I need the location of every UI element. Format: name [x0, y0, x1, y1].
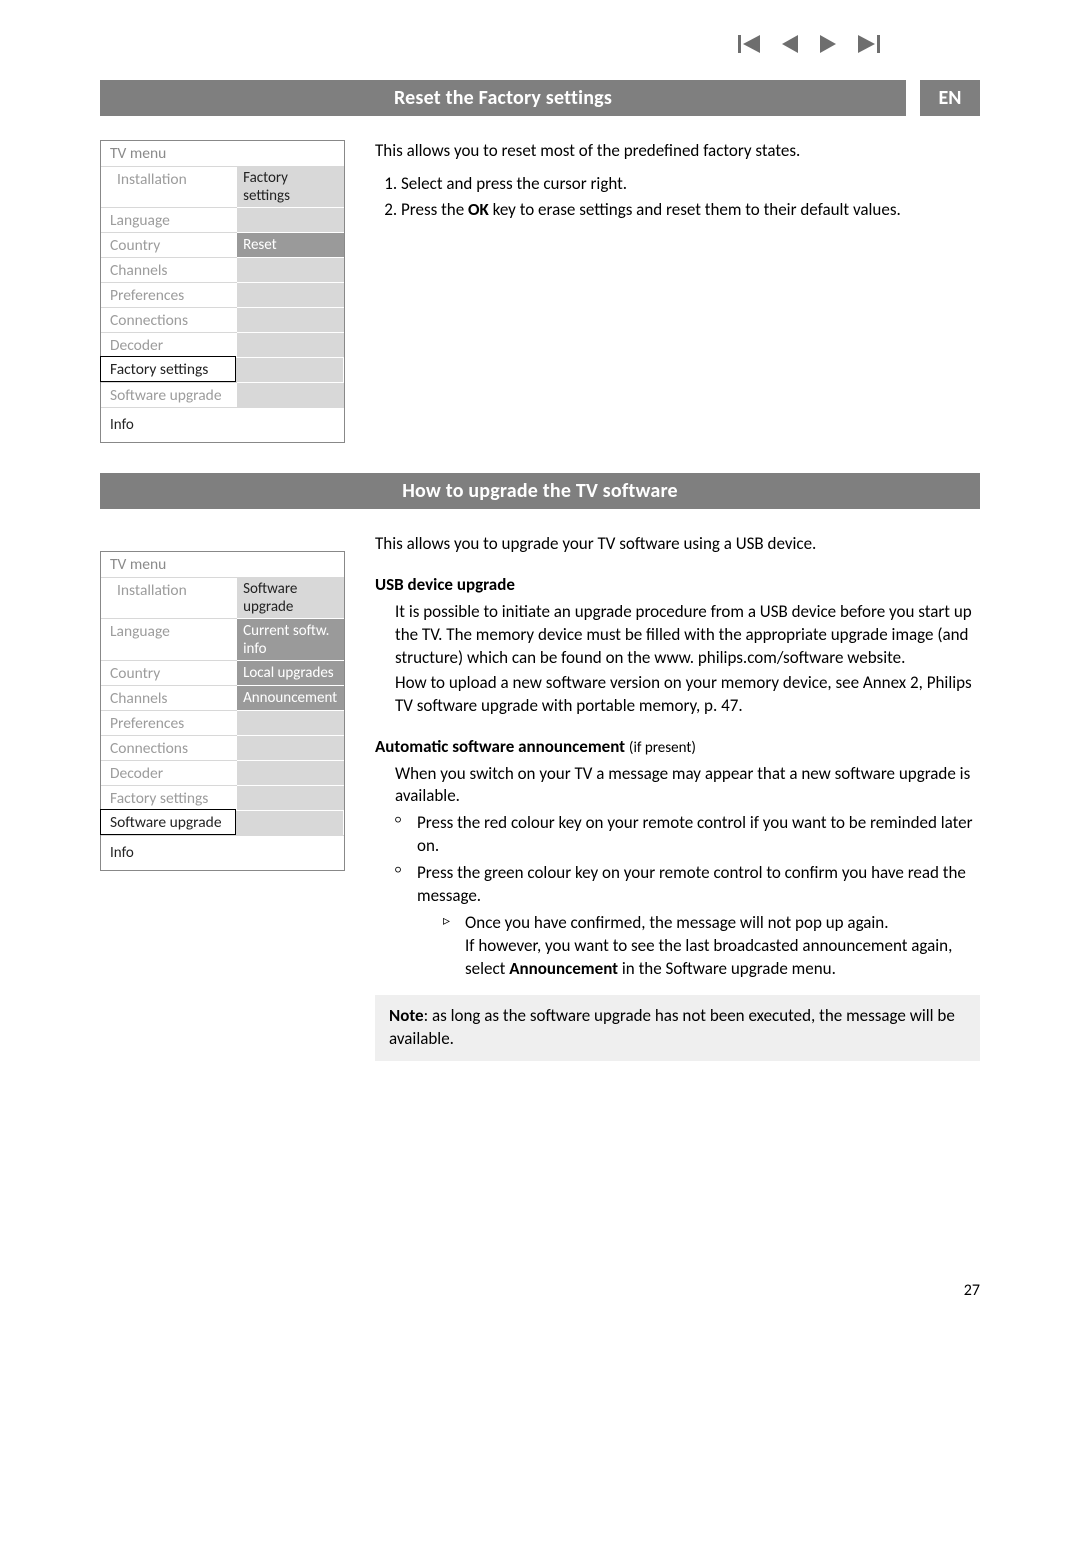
menu-item[interactable]: Preferences — [101, 282, 237, 307]
bullet: Press the red colour key on your remote … — [395, 812, 980, 858]
usb-heading: USB device upgrade — [375, 574, 980, 597]
auto-heading: Automatic software announcement (if pres… — [375, 736, 980, 759]
menu-item[interactable]: Country — [101, 660, 237, 685]
note-text: : as long as the software upgrade has no… — [389, 1005, 955, 1049]
menu-item[interactable]: Language — [101, 207, 237, 232]
usb-p2: How to upload a new software version on … — [395, 672, 980, 718]
menu-item[interactable]: Channels — [101, 257, 237, 282]
section2-intro: This allows you to upgrade your TV softw… — [375, 533, 980, 556]
tvmenu-sublabel: Installation — [101, 577, 237, 618]
tvmenu-2: TV menu Installation Software upgrade La… — [100, 551, 345, 871]
page-number: 27 — [100, 1281, 980, 1300]
auto-heading-note: (if present) — [629, 739, 696, 757]
tvmenu-title: TV menu — [101, 552, 344, 577]
menu-right-item[interactable]: Local upgrades — [237, 660, 344, 685]
language-badge: EN — [920, 80, 980, 116]
menu-right-item[interactable]: Announcement — [237, 685, 344, 710]
sub-text: in the Software upgrade menu. — [618, 958, 836, 979]
menu-item-active[interactable]: Software upgrade — [100, 809, 236, 835]
tvmenu-right-header: Software upgrade — [237, 577, 344, 618]
menu-item[interactable]: Factory settings — [101, 785, 237, 810]
step: Select and press the cursor right. — [401, 173, 980, 196]
auto-p1: When you switch on your TV a message may… — [395, 763, 980, 809]
section2-header: How to upgrade the TV software — [100, 473, 980, 509]
tvmenu-sublabel: Installation — [101, 166, 237, 207]
section1-intro: This allows you to reset most of the pre… — [375, 140, 980, 163]
section2-title: How to upgrade the TV software — [100, 473, 980, 509]
menu-right-item[interactable]: Reset — [237, 232, 344, 257]
skip-back-icon[interactable] — [738, 35, 762, 53]
tvmenu-info: Info — [101, 835, 344, 870]
tvmenu-title: TV menu — [101, 141, 344, 166]
nav-icons — [738, 35, 880, 53]
note-box: Note: as long as the software upgrade ha… — [375, 995, 980, 1061]
tvmenu-right-header: Factory settings — [237, 166, 344, 207]
menu-item[interactable]: Connections — [101, 735, 237, 760]
section1-header: Reset the Factory settings EN — [100, 80, 980, 116]
menu-item[interactable]: Preferences — [101, 710, 237, 735]
tvmenu-info: Info — [101, 407, 344, 442]
section1-steps: Select and press the cursor right. Press… — [375, 173, 980, 222]
play-back-icon[interactable] — [780, 35, 800, 53]
auto-heading-text: Automatic software announcement — [375, 736, 625, 757]
step: Press the OK key to erase settings and r… — [401, 199, 980, 222]
tvmenu-1: TV menu Installation Factory settings La… — [100, 140, 345, 443]
announcement-bold: Announcement — [509, 958, 618, 979]
bullet-text: Press the green colour key on your remot… — [417, 862, 966, 906]
menu-item[interactable]: Country — [101, 232, 237, 257]
bullet: Press the green colour key on your remot… — [395, 862, 980, 981]
section1-title: Reset the Factory settings — [100, 80, 906, 116]
usb-p1: It is possible to initiate an upgrade pr… — [395, 601, 980, 670]
menu-item[interactable]: Channels — [101, 685, 237, 710]
sub-bullet: Once you have confirmed, the message wil… — [443, 912, 980, 981]
menu-item[interactable]: Connections — [101, 307, 237, 332]
menu-item-active[interactable]: Factory settings — [100, 356, 236, 382]
sub-text: Once you have confirmed, the message wil… — [465, 912, 889, 933]
auto-bullets: Press the red colour key on your remote … — [395, 812, 980, 981]
menu-item[interactable]: Decoder — [101, 760, 237, 785]
note-label: Note — [389, 1005, 424, 1026]
menu-right-item[interactable]: Current softw. info — [237, 618, 344, 660]
skip-forward-icon[interactable] — [856, 35, 880, 53]
play-forward-icon[interactable] — [818, 35, 838, 53]
menu-item[interactable]: Language — [101, 618, 237, 660]
menu-item[interactable]: Software upgrade — [101, 382, 237, 407]
menu-item[interactable]: Decoder — [101, 332, 237, 357]
